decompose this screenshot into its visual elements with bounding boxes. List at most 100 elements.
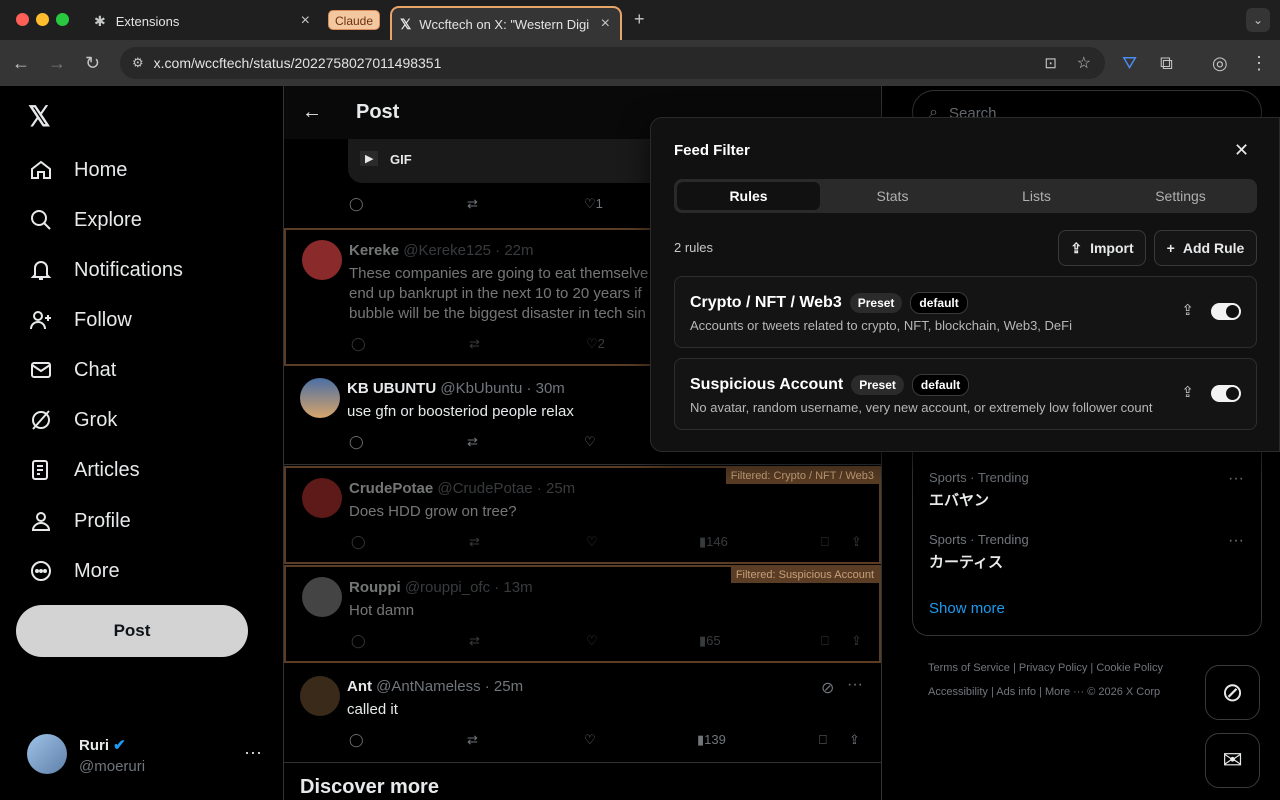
views-icon[interactable]: ▮ 65 xyxy=(699,633,721,649)
nav-item-profile[interactable]: Profile xyxy=(28,501,131,541)
back-arrow-icon[interactable]: ← xyxy=(302,102,322,122)
play-icon[interactable]: ▶ xyxy=(360,151,379,166)
avatar[interactable] xyxy=(300,378,340,418)
extensions-icon[interactable]: ⧉ xyxy=(1160,54,1173,72)
avatar[interactable] xyxy=(27,734,67,774)
retweet-icon[interactable]: ⇄ xyxy=(469,534,480,550)
bookmark-icon[interactable]: ⎕ xyxy=(821,534,829,550)
user-handle: @moeruri xyxy=(79,758,146,775)
minimize-window-button[interactable] xyxy=(36,13,49,26)
reply-icon[interactable]: ◯ xyxy=(351,336,366,352)
nav-item-follow[interactable]: Follow xyxy=(28,300,132,340)
nav-item-home[interactable]: Home xyxy=(28,150,127,190)
avatar[interactable] xyxy=(302,240,342,280)
add-rule-button[interactable]: + Add Rule xyxy=(1154,230,1257,266)
close-tab-icon[interactable]: × xyxy=(601,15,610,33)
rule-toggle[interactable] xyxy=(1211,303,1241,320)
tab-stats[interactable]: Stats xyxy=(821,182,964,210)
avatar[interactable] xyxy=(302,577,342,617)
like-icon[interactable]: ♡ xyxy=(584,732,596,748)
share-icon[interactable]: ⇪ xyxy=(851,633,862,649)
bookmark-star-icon[interactable]: ☆ xyxy=(1077,53,1091,73)
more-options-icon[interactable]: ··· xyxy=(847,676,863,694)
reload-icon[interactable]: ↻ xyxy=(85,54,100,72)
like-icon[interactable]: ♡ xyxy=(584,434,596,450)
views-icon[interactable]: ▮ 139 xyxy=(697,732,726,748)
avatar[interactable] xyxy=(302,478,342,518)
like-icon[interactable]: ♡ 2 xyxy=(586,336,605,352)
tab-group-claude[interactable]: Claude xyxy=(328,10,381,30)
tweet-rouppi[interactable]: Filtered: Suspicious Account Rouppi @rou… xyxy=(284,565,881,663)
reply-icon[interactable]: ◯ xyxy=(351,534,366,550)
tab-rules[interactable]: Rules xyxy=(677,182,820,210)
retweet-icon[interactable]: ⇄ xyxy=(469,633,480,649)
tab-lists[interactable]: Lists xyxy=(965,182,1108,210)
like-icon[interactable]: ♡ xyxy=(586,534,598,550)
retweet-icon[interactable]: ⇄ xyxy=(467,434,478,450)
views-icon[interactable]: ▮ 146 xyxy=(699,534,728,550)
share-icon[interactable]: ⇪ xyxy=(849,732,860,748)
close-tab-icon[interactable]: × xyxy=(301,12,310,30)
upload-icon: ⇪ xyxy=(1070,239,1083,256)
like-icon[interactable]: ♡ 1 xyxy=(584,196,603,212)
export-icon[interactable]: ⇪ xyxy=(1181,383,1194,401)
x-logo-icon[interactable]: 𝕏 xyxy=(28,100,51,133)
grok-icon[interactable]: ⊘ xyxy=(821,678,834,698)
new-tab-icon[interactable]: + xyxy=(634,10,645,28)
retweet-icon[interactable]: ⇄ xyxy=(467,732,478,748)
import-button[interactable]: ⇪ Import xyxy=(1058,230,1146,266)
reply-icon[interactable]: ◯ xyxy=(349,196,364,212)
retweet-icon[interactable]: ⇄ xyxy=(469,336,480,352)
feed-filter-panel: Feed Filter ✕ Rules Stats Lists Settings… xyxy=(650,117,1280,452)
share-icon[interactable]: ⇪ xyxy=(851,534,862,550)
account-icon[interactable]: ◎ xyxy=(1212,54,1228,72)
grok-fab[interactable]: ⊘ xyxy=(1205,665,1260,720)
nav-item-notifications[interactable]: Notifications xyxy=(28,250,183,290)
rule-card[interactable]: Suspicious Account Preset default No avata… xyxy=(674,358,1257,430)
back-icon[interactable]: ← xyxy=(12,54,30,72)
trend-item[interactable]: カーティス xyxy=(929,551,1003,572)
tweet-ant[interactable]: Ant @AntNameless · 25m ⊘ ··· called it ◯… xyxy=(284,664,881,763)
feed-filter-extension-icon[interactable]: ⛛ xyxy=(1122,54,1137,72)
rule-toggle[interactable] xyxy=(1211,385,1241,402)
install-app-icon[interactable]: ⊡ xyxy=(1044,54,1057,72)
tab-extensions[interactable]: ✱ Extensions × xyxy=(84,6,320,36)
reply-icon[interactable]: ◯ xyxy=(349,732,364,748)
maximize-window-button[interactable] xyxy=(56,13,69,26)
reply-icon[interactable]: ◯ xyxy=(351,633,366,649)
nav-item-explore[interactable]: Explore xyxy=(28,200,142,240)
more-options-icon[interactable]: ··· xyxy=(1228,532,1244,550)
trend-item[interactable]: エバヤン xyxy=(929,489,989,510)
nav-item-more[interactable]: More xyxy=(28,551,120,591)
account-menu-icon[interactable]: ··· xyxy=(244,742,262,763)
export-icon[interactable]: ⇪ xyxy=(1181,301,1194,319)
address-bar[interactable]: ⚙ x.com/wccftech/status/2022758027011498… xyxy=(120,47,1105,79)
nav-item-articles[interactable]: Articles xyxy=(28,450,140,490)
show-more-link[interactable]: Show more xyxy=(929,600,1005,617)
tab-settings[interactable]: Settings xyxy=(1109,182,1252,210)
nav-item-grok[interactable]: Grok xyxy=(28,400,117,440)
menu-icon[interactable]: ⋮ xyxy=(1250,54,1268,72)
close-icon[interactable]: ✕ xyxy=(1234,140,1249,161)
tab-search-icon[interactable]: ⌄ xyxy=(1246,8,1270,32)
forward-icon[interactable]: → xyxy=(48,54,66,72)
bookmark-icon[interactable]: ⎕ xyxy=(819,732,827,748)
grok-icon xyxy=(28,408,54,432)
home-icon xyxy=(28,158,54,182)
like-icon[interactable]: ♡ xyxy=(586,633,598,649)
post-button[interactable]: Post xyxy=(16,605,248,657)
close-window-button[interactable] xyxy=(16,13,29,26)
tweet-text: Hot damn xyxy=(349,602,415,619)
bookmark-icon[interactable]: ⎕ xyxy=(821,633,829,649)
site-info-icon[interactable]: ⚙ xyxy=(132,55,144,71)
plus-icon: + xyxy=(1166,240,1175,256)
more-options-icon[interactable]: ··· xyxy=(1228,470,1244,488)
nav-item-chat[interactable]: Chat xyxy=(28,350,116,390)
messages-fab[interactable]: ✉ xyxy=(1205,733,1260,788)
retweet-icon[interactable]: ⇄ xyxy=(467,196,478,212)
avatar[interactable] xyxy=(300,676,340,716)
reply-icon[interactable]: ◯ xyxy=(349,434,364,450)
tweet-crudepotae[interactable]: Filtered: Crypto / NFT / Web3 CrudePotae… xyxy=(284,466,881,564)
rule-card[interactable]: Crypto / NFT / Web3 Preset default Account… xyxy=(674,276,1257,348)
tab-active-post[interactable]: 𝕏 Wccftech on X: "Western Digi × xyxy=(390,6,622,40)
